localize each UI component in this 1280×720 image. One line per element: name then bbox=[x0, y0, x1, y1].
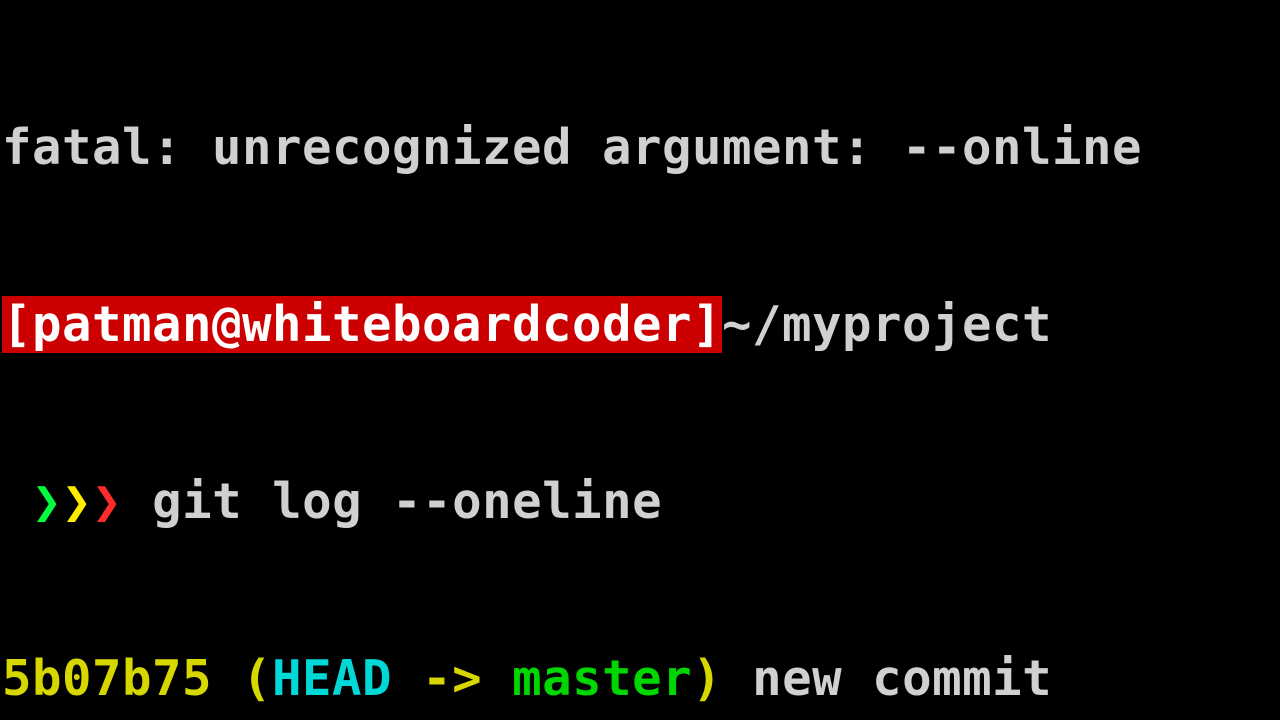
prompt-arrow-icon: ❯ bbox=[92, 473, 122, 530]
commit-msg: new commit bbox=[752, 650, 1052, 707]
log-entry: 5b07b75 (HEAD -> master) new commit bbox=[2, 649, 1280, 708]
head-ref: HEAD bbox=[272, 650, 392, 707]
error-line: fatal: unrecognized argument: --online bbox=[2, 118, 1280, 177]
cwd-path: ~/myproject bbox=[722, 296, 1052, 353]
error-text: fatal: unrecognized argument: --online bbox=[2, 119, 1142, 176]
prompt-arrow-icon: ❯ bbox=[62, 473, 92, 530]
prompt-line-1: [patman@whiteboardcoder]~/myproject bbox=[2, 295, 1280, 354]
ref-arrow: -> bbox=[392, 650, 512, 707]
branch-ref: master bbox=[512, 650, 692, 707]
command-line-1: ❯❯❯ git log --oneline bbox=[2, 472, 1280, 531]
ref-open: ( bbox=[242, 650, 272, 707]
commit-hash: 5b07b75 bbox=[2, 650, 212, 707]
prompt-arrow-icon: ❯ bbox=[32, 473, 62, 530]
ref-close: ) bbox=[692, 650, 722, 707]
user-host: [patman@whiteboardcoder] bbox=[2, 296, 722, 353]
command-1: git log --oneline bbox=[152, 473, 662, 530]
terminal-output[interactable]: fatal: unrecognized argument: --online [… bbox=[0, 0, 1280, 720]
